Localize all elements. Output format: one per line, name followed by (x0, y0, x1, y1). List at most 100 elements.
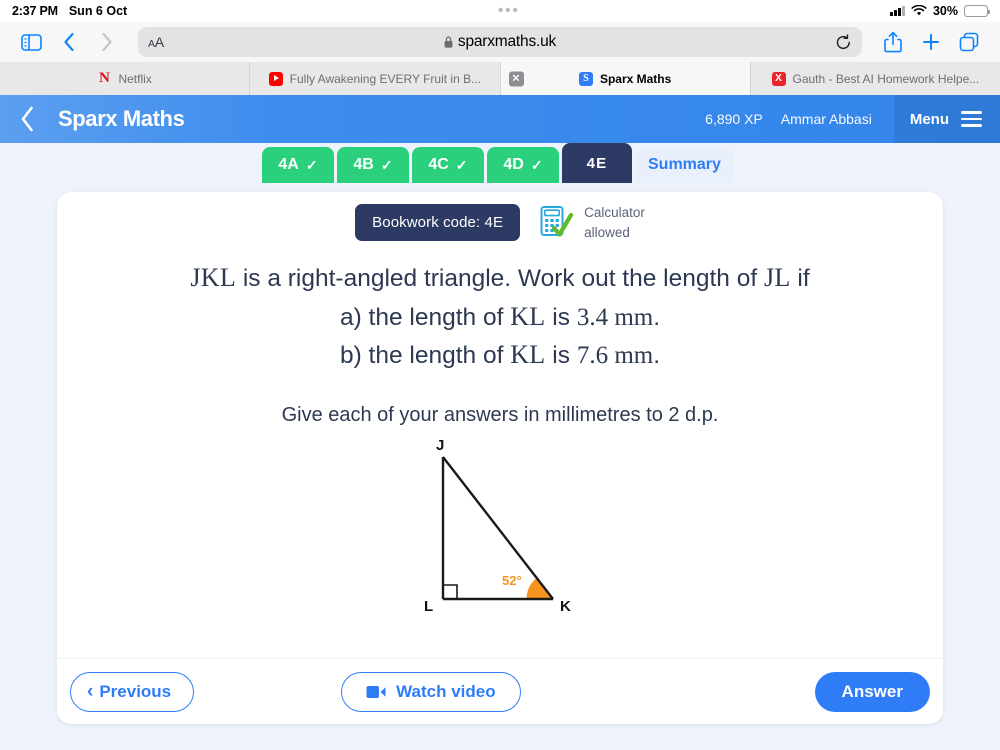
part-b-prefix: b) the length of (339, 342, 511, 370)
reload-icon (836, 33, 850, 49)
app-back-button[interactable] (0, 95, 54, 143)
tabs-overview-button[interactable] (952, 27, 986, 57)
part-a-side: KL (510, 301, 546, 331)
hamburger-menu-icon (961, 111, 982, 127)
cellular-signal-icon (890, 6, 905, 16)
vertex-label-l: L (424, 598, 433, 615)
triangle-name: JKL (190, 263, 237, 293)
task-tab-label: 4B (353, 156, 374, 173)
chevron-right-icon (102, 32, 112, 52)
question-line-1-end: if (790, 265, 810, 293)
check-icon: ✓ (380, 156, 393, 173)
app-header-right: 6,890 XP Ammar Abbasi Menu (705, 95, 1000, 143)
gauth-favicon: X (771, 71, 786, 86)
address-bar[interactable]: AA sparxmaths.uk (138, 27, 862, 57)
question-line-1: JKL is a right-angled triangle. Work out… (57, 261, 943, 296)
browser-tab-youtube[interactable]: Fully Awakening EVERY Fruit in B... (250, 62, 501, 95)
task-tab-label: 4D (503, 156, 524, 173)
task-tab-4d[interactable]: 4D ✓ (487, 147, 559, 183)
new-tab-button[interactable] (914, 27, 948, 57)
part-b-suffix: . (653, 342, 661, 370)
task-tab-bar: 4A ✓ 4B ✓ 4C ✓ 4D ✓ 4E Summary (0, 143, 1000, 183)
side-jk-line (442, 456, 554, 600)
triangle-svg: J L K 52° (424, 439, 571, 615)
part-b-mid: is (545, 342, 577, 370)
browser-tab-netflix[interactable]: N Netflix (0, 62, 251, 95)
app-title: Sparx Maths (58, 106, 185, 131)
menu-button[interactable]: Menu (893, 95, 1000, 143)
task-tab-4c[interactable]: 4C ✓ (412, 147, 484, 183)
calculator-allowed-text: Calculator allowed (584, 203, 645, 242)
youtube-favicon (268, 71, 283, 86)
question-text: JKL is a right-angled triangle. Work out… (57, 261, 943, 373)
answer-button[interactable]: Answer (814, 671, 930, 712)
question-line-1-mid: is a right-angled triangle. Work out the… (236, 265, 764, 293)
status-bar-left: 2:37 PM Sun 6 Oct (12, 4, 127, 18)
chevron-left-icon (64, 32, 74, 52)
watch-video-label: Watch video (396, 681, 496, 701)
watch-video-button[interactable]: Watch video (341, 671, 521, 712)
reload-button[interactable] (835, 33, 852, 51)
wifi-icon (911, 5, 927, 16)
vertex-label-k: K (560, 598, 571, 615)
bookwork-row: Bookwork code: 4E Calculator allowed (57, 203, 943, 242)
status-date: Sun 6 Oct (68, 4, 128, 18)
text-size-button[interactable]: AA (148, 34, 164, 50)
lock-icon (444, 36, 453, 48)
status-bar-spacer: ••• (127, 0, 890, 22)
card-footer: ‹ Previous Watch video Answer (57, 658, 943, 724)
browser-tab-label: Netflix (118, 71, 152, 86)
app-header: Sparx Maths 6,890 XP Ammar Abbasi Menu (0, 95, 1000, 143)
share-icon (884, 31, 902, 53)
part-b-side: KL (510, 340, 546, 370)
address-bar-center: sparxmaths.uk (138, 33, 862, 51)
question-part-b: b) the length of KL is 7.6 mm. (57, 338, 943, 373)
task-tab-4a[interactable]: 4A ✓ (262, 147, 334, 183)
sidebar-toggle-icon[interactable] (14, 27, 48, 57)
browser-tab-strip: N Netflix Fully Awakening EVERY Fruit in… (0, 62, 1000, 95)
question-part-a: a) the length of KL is 3.4 mm. (57, 300, 943, 335)
battery-percent: 30% (932, 4, 958, 18)
calculator-text-line1: Calculator (584, 205, 645, 220)
calculator-allowed-indicator: Calculator allowed (537, 203, 645, 242)
browser-toolbar: AA sparxmaths.uk (0, 22, 1000, 62)
browser-tab-label: Gauth - Best AI Homework Helpe... (792, 71, 980, 86)
task-tab-label: 4C (428, 156, 449, 173)
bookwork-code-badge: Bookwork code: 4E (355, 204, 521, 242)
battery-icon (964, 5, 990, 17)
part-a-suffix: . (653, 303, 661, 331)
status-time: 2:37 PM (12, 4, 58, 18)
triangle-diagram: J L K 52° (57, 439, 943, 634)
angle-label-52: 52° (502, 573, 522, 588)
question-note: Give each of your answers in millimetres… (281, 403, 719, 426)
user-name: Ammar Abbasi (780, 111, 872, 127)
part-a-prefix: a) the length of (339, 303, 511, 331)
xp-counter: 6,890 XP (705, 111, 763, 127)
browser-tab-gauth[interactable]: X Gauth - Best AI Homework Helpe... (750, 62, 1000, 95)
share-button[interactable] (876, 27, 910, 57)
part-a-mid: is (545, 303, 577, 331)
task-tab-4b[interactable]: 4B ✓ (337, 147, 409, 183)
tabs-icon (959, 32, 979, 52)
netflix-favicon: N (99, 70, 110, 86)
check-icon: ✓ (305, 156, 318, 173)
sparx-favicon: S (578, 71, 593, 86)
browser-tab-sparx-maths[interactable]: ✕ S Sparx Maths (500, 62, 751, 95)
task-tab-4e[interactable]: 4E (562, 143, 632, 183)
question-card: Bookwork code: 4E Calculator allowed JKL… (57, 192, 943, 724)
multitask-dots-icon[interactable]: ••• (127, 0, 890, 22)
calculator-text-line2: allowed (584, 224, 630, 240)
previous-button[interactable]: ‹ Previous (70, 671, 195, 712)
menu-label: Menu (909, 110, 949, 128)
right-angle-marker-l (443, 584, 458, 599)
check-icon: ✓ (455, 156, 468, 173)
task-tab-summary[interactable]: Summary (635, 147, 734, 183)
back-button[interactable] (52, 27, 86, 57)
ios-status-bar: 2:37 PM Sun 6 Oct ••• 30% (0, 0, 1000, 22)
side-jl: JL (763, 263, 791, 293)
browser-tab-label: Sparx Maths (599, 71, 672, 86)
close-icon[interactable]: ✕ (508, 71, 524, 86)
status-bar-right: 30% (890, 4, 990, 18)
chevron-left-icon: ‹ (87, 681, 94, 702)
task-tab-label: Summary (648, 156, 721, 173)
